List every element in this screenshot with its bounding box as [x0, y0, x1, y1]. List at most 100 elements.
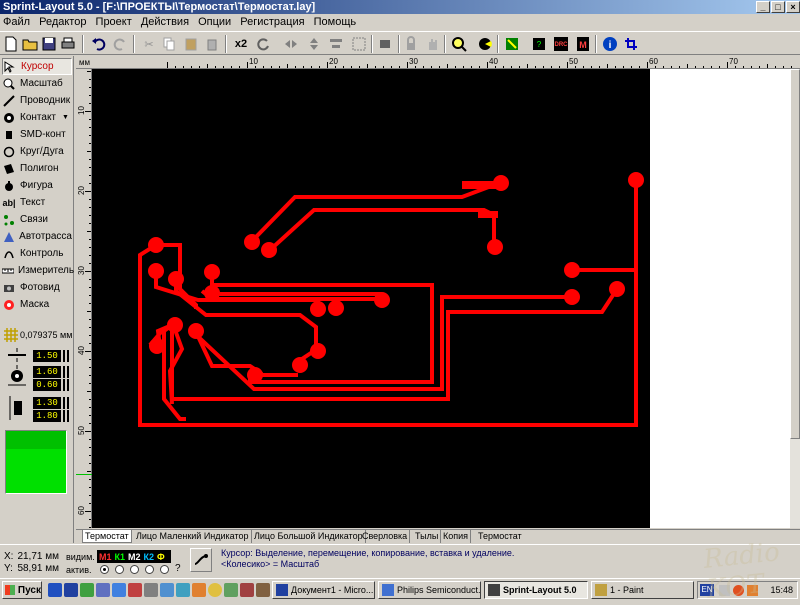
tab-backs[interactable]: Тылы [413, 530, 442, 543]
layer-m1[interactable]: М1 [99, 552, 112, 562]
active-layer-radio[interactable] [160, 565, 169, 574]
vertical-scrollbar[interactable] [790, 69, 800, 528]
tool-circle[interactable]: Круг/Дуга [2, 143, 72, 160]
tray-icon[interactable] [747, 585, 758, 596]
active-layer-radio[interactable] [100, 565, 109, 574]
pad[interactable] [487, 239, 503, 255]
pad[interactable] [148, 263, 164, 279]
smd-height-spinner[interactable] [63, 410, 69, 422]
grid-value[interactable]: 0,079375 мм [20, 330, 72, 340]
chevron-down-icon[interactable]: ▼ [62, 114, 69, 121]
pad[interactable] [167, 317, 183, 333]
tool-photoview[interactable]: Фотовид [2, 279, 72, 296]
pad[interactable] [564, 289, 580, 305]
rotate-icon[interactable] [254, 35, 272, 53]
smd-height-input[interactable]: 1.80 [33, 410, 61, 422]
menu-project[interactable]: Проект [93, 14, 135, 31]
tab-thermostat-2[interactable]: Термостат [476, 530, 524, 543]
copper-track[interactable] [162, 321, 186, 421]
tool-smd-pad[interactable]: SMD-конт [2, 126, 72, 143]
taskbar-sprint-layout[interactable]: Sprint-Layout 5.0 [484, 581, 588, 599]
pad[interactable] [168, 271, 184, 287]
pad[interactable] [244, 234, 260, 250]
tool-polygon[interactable]: Полигон [2, 160, 72, 177]
mirror-vertical-icon[interactable] [305, 35, 323, 53]
pad[interactable] [310, 343, 326, 359]
start-button[interactable]: Пуск [2, 581, 42, 599]
menu-edit[interactable]: Редактор [36, 14, 89, 31]
coordinates-icon[interactable] [622, 35, 640, 53]
layer-visibility[interactable]: М1 К1 М2 К2 Ф [97, 550, 171, 563]
tool-track[interactable]: Проводник [2, 92, 72, 109]
pcb-layout[interactable] [92, 69, 650, 528]
smd-pad[interactable] [478, 211, 498, 218]
tab-big-indicator[interactable]: Лицо Большой Индикатор [252, 530, 366, 543]
quicklaunch-excel-icon[interactable] [80, 583, 94, 597]
tab-small-indicator[interactable]: Лицо Маленкий Индикатор [134, 530, 252, 543]
pad[interactable] [628, 172, 644, 188]
quicklaunch-app-icon[interactable] [240, 583, 254, 597]
tool-pad[interactable]: Контакт ▼ [2, 109, 72, 126]
lock-icon[interactable] [402, 35, 420, 53]
active-layer-radio[interactable] [145, 565, 154, 574]
smd-pad[interactable] [462, 181, 497, 189]
pad-outer-input[interactable]: 1.60 [33, 366, 61, 378]
pad[interactable] [493, 175, 509, 191]
quicklaunch-app-icon[interactable] [256, 583, 270, 597]
pad[interactable] [564, 262, 580, 278]
close-button[interactable]: × [786, 1, 800, 13]
pad[interactable] [310, 301, 326, 317]
taskbar-philips[interactable]: Philips Semiconduct... [378, 581, 481, 599]
pad[interactable] [204, 285, 220, 301]
cut-icon[interactable]: ✂ [140, 35, 158, 53]
new-file-icon[interactable] [2, 35, 20, 53]
quicklaunch-app-icon[interactable] [128, 583, 142, 597]
redo-icon[interactable] [111, 35, 129, 53]
pad[interactable] [247, 367, 263, 383]
info-icon[interactable]: i [601, 35, 619, 53]
taskbar-word[interactable]: Документ1 - Micro... [272, 581, 375, 599]
layer-help[interactable]: ? [175, 563, 181, 574]
pad[interactable] [328, 300, 344, 316]
tab-drilling[interactable]: Сверловка [360, 530, 411, 543]
quicklaunch-app-icon[interactable] [112, 583, 126, 597]
pad[interactable] [292, 357, 308, 373]
pad[interactable] [188, 323, 204, 339]
group-icon[interactable] [350, 35, 368, 53]
menu-registration[interactable]: Регистрация [237, 14, 307, 31]
macro-icon[interactable]: M [574, 35, 592, 53]
print-preview-icon[interactable]: ? [530, 35, 548, 53]
quicklaunch-app-icon[interactable] [176, 583, 190, 597]
title-bar[interactable]: Sprint-Layout 5.0 - [F:\ПРОЕКТЫ\Термоста… [0, 0, 800, 14]
tool-mask[interactable]: Маска [2, 296, 72, 313]
drc-icon[interactable]: DRC [552, 35, 570, 53]
quicklaunch-desktop-icon[interactable] [96, 583, 110, 597]
track-width-input[interactable]: 1.50 [33, 350, 61, 362]
zoom-board-icon[interactable] [476, 35, 494, 53]
tool-cursor[interactable]: Курсор [2, 58, 72, 75]
pad[interactable] [204, 264, 220, 280]
tool-text[interactable]: ab| Текст [2, 194, 72, 211]
layer-k2[interactable]: К2 [144, 552, 155, 562]
minimize-button[interactable]: _ [756, 1, 770, 13]
layer-k1[interactable]: К1 [115, 552, 126, 562]
tool-figure[interactable]: Фигура [2, 177, 72, 194]
tool-test[interactable]: Контроль [2, 245, 72, 262]
language-indicator[interactable]: EN [700, 584, 714, 596]
tool-autoroute[interactable]: Автотрасса [2, 228, 72, 245]
quicklaunch-app-icon[interactable] [192, 583, 206, 597]
tab-copy[interactable]: Копия [441, 530, 472, 543]
smd-width-spinner[interactable] [63, 397, 69, 409]
grid-icon[interactable] [4, 328, 18, 342]
pad[interactable] [149, 338, 165, 354]
hand-icon[interactable] [424, 35, 442, 53]
tool-zoom[interactable]: Масштаб [2, 75, 72, 92]
quicklaunch-app-icon[interactable] [208, 583, 222, 597]
zoom-icon[interactable] [450, 35, 468, 53]
menu-actions[interactable]: Действия [138, 14, 192, 31]
layer-f[interactable]: Ф [157, 552, 165, 562]
layer-m2[interactable]: М2 [128, 552, 141, 562]
zoom-x2-button[interactable]: x2 [231, 35, 251, 53]
copper-track[interactable] [174, 279, 318, 351]
tray-icon[interactable] [719, 585, 730, 596]
